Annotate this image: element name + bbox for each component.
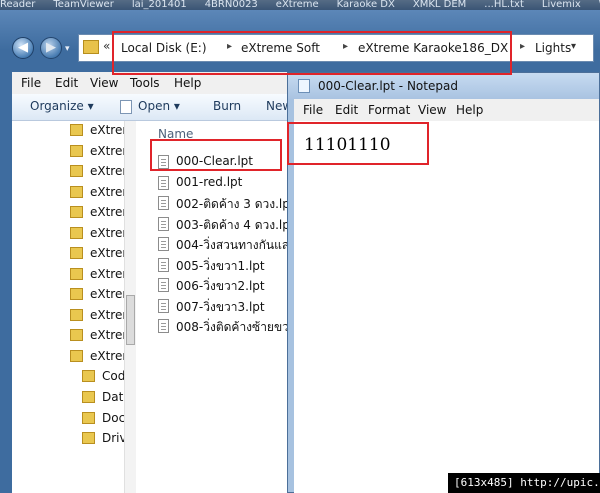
folder-icon bbox=[70, 247, 83, 259]
highlight-box-address bbox=[112, 31, 512, 75]
taskbar-item[interactable]: 4BRN0023 bbox=[205, 0, 258, 10]
notepad-menu-view[interactable]: View bbox=[418, 103, 446, 117]
back-button[interactable]: ◀ bbox=[12, 37, 34, 59]
text-file-icon bbox=[158, 237, 169, 251]
taskbar-item[interactable]: Livemix bbox=[542, 0, 581, 10]
folder-icon bbox=[70, 288, 83, 300]
back-arrow-icon: ◀ bbox=[18, 40, 28, 55]
text-file-icon bbox=[158, 278, 169, 292]
folder-icon bbox=[82, 432, 95, 444]
highlight-box-content bbox=[287, 122, 429, 165]
open-button[interactable]: Open ▾ bbox=[138, 99, 180, 113]
breadcrumb-separator-icon[interactable]: ▸ bbox=[520, 41, 525, 52]
folder-icon bbox=[70, 329, 83, 341]
navigation-tree: eXtreme eXtreme eXtreme eXtreme eXtreme … bbox=[12, 121, 145, 493]
menu-help[interactable]: Help bbox=[174, 76, 201, 90]
folder-icon bbox=[70, 309, 83, 321]
notepad-titlebar[interactable]: 000-Clear.lpt - Notepad bbox=[288, 73, 599, 99]
menu-edit[interactable]: Edit bbox=[55, 76, 78, 90]
highlight-box-file bbox=[150, 139, 282, 171]
organize-button[interactable]: Organize ▾ bbox=[30, 99, 94, 113]
text-file-icon bbox=[158, 176, 169, 190]
taskbar-item[interactable]: ...HL.txt bbox=[484, 0, 524, 10]
taskbar-item[interactable]: TeamViewer bbox=[53, 0, 113, 10]
history-dropdown-icon[interactable]: ▾ bbox=[65, 44, 75, 54]
folder-icon bbox=[82, 412, 95, 424]
folder-icon bbox=[70, 350, 83, 362]
menu-tools[interactable]: Tools bbox=[130, 76, 160, 90]
folder-icon bbox=[70, 186, 83, 198]
tree-scrollbar-thumb[interactable] bbox=[126, 295, 135, 345]
folder-icon bbox=[70, 165, 83, 177]
breadcrumb-lights[interactable]: Lights bbox=[535, 41, 571, 55]
burn-button[interactable]: Burn bbox=[213, 99, 241, 113]
notepad-menu-edit[interactable]: Edit bbox=[335, 103, 358, 117]
taskbar-item[interactable]: XMKL DEM bbox=[413, 0, 466, 10]
file-list: Name 000-Clear.lpt 001-red.lpt 002-ติดค้… bbox=[136, 121, 322, 493]
taskbar-item[interactable]: Karaoke DX bbox=[337, 0, 395, 10]
folder-icon bbox=[70, 268, 83, 280]
notepad-menu-format[interactable]: Format bbox=[368, 103, 410, 117]
notepad-text-area[interactable]: 11101110 bbox=[294, 121, 599, 493]
notepad-icon bbox=[298, 79, 310, 93]
folder-icon bbox=[70, 145, 83, 157]
open-file-icon bbox=[120, 100, 132, 114]
text-file-icon bbox=[158, 258, 169, 272]
folder-icon bbox=[70, 227, 83, 239]
image-caption: [613x485] http://upic.me/ bbox=[448, 473, 600, 493]
menu-view[interactable]: View bbox=[90, 76, 118, 90]
folder-icon bbox=[83, 40, 99, 54]
folder-icon bbox=[70, 124, 83, 136]
notepad-menu-file[interactable]: File bbox=[303, 103, 323, 117]
notepad-title: 000-Clear.lpt - Notepad bbox=[318, 79, 458, 93]
address-dropdown-icon[interactable]: ▾ bbox=[571, 41, 576, 52]
text-file-icon bbox=[158, 319, 169, 333]
taskbar-strip: Reader TeamViewer lai_201401 4BRN0023 eXtrem… bbox=[0, 0, 600, 10]
text-file-icon bbox=[158, 217, 169, 231]
taskbar-item[interactable]: lai_201401 bbox=[132, 0, 187, 10]
taskbar-item[interactable]: eXtreme bbox=[276, 0, 319, 10]
text-file-icon bbox=[158, 196, 169, 210]
text-file-icon bbox=[158, 299, 169, 313]
notepad-menu-help[interactable]: Help bbox=[456, 103, 483, 117]
notepad-menubar: File Edit Format View Help bbox=[294, 99, 599, 122]
folder-icon bbox=[82, 370, 95, 382]
folder-icon bbox=[70, 206, 83, 218]
forward-arrow-icon: ▶ bbox=[46, 40, 56, 55]
menu-file[interactable]: File bbox=[21, 76, 41, 90]
folder-icon bbox=[82, 391, 95, 403]
screenshot: Reader TeamViewer lai_201401 4BRN0023 eXtrem… bbox=[0, 0, 600, 493]
taskbar-item[interactable]: Reader bbox=[0, 0, 35, 10]
forward-button[interactable]: ▶ bbox=[40, 37, 62, 59]
